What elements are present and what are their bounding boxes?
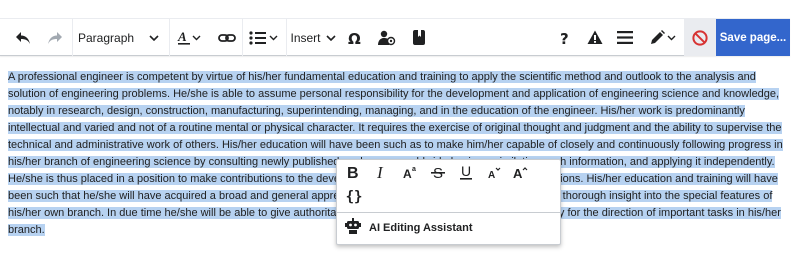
list-menu[interactable]	[244, 19, 284, 56]
bigger-text-icon: A	[512, 164, 528, 185]
svg-text:A: A	[403, 167, 412, 180]
underline-button[interactable]: U	[455, 163, 477, 185]
citation-icon	[412, 29, 426, 46]
svg-text:B: B	[347, 165, 359, 180]
superscript-icon: A a	[402, 164, 418, 185]
link-button[interactable]	[212, 19, 242, 56]
editor-toolbar: Paragraph A Insert Ω ? Save page...	[0, 18, 790, 56]
svg-text:A: A	[513, 166, 523, 180]
citation-button[interactable]	[404, 19, 434, 56]
code-button[interactable]: {}	[341, 186, 367, 208]
help-icon: ?	[559, 30, 571, 46]
warning-icon	[587, 30, 603, 45]
toolbar-separator	[242, 19, 243, 56]
text-style-menu[interactable]: A	[170, 19, 210, 56]
underline-icon: U	[459, 163, 473, 185]
text-context-toolbar: B I A a S U A A {} AI Editing Assistant	[336, 159, 561, 245]
redo-icon	[47, 31, 63, 45]
omega-icon: Ω	[347, 30, 363, 46]
smaller-text-button[interactable]: A	[483, 164, 505, 184]
paragraph-format-label: Paragraph	[78, 30, 135, 45]
bigger-text-button[interactable]: A	[509, 164, 531, 184]
no-entry-icon	[692, 29, 708, 46]
user-mention-icon	[378, 30, 396, 46]
hamburger-menu-icon	[617, 31, 633, 44]
strikethrough-button[interactable]: S	[427, 164, 449, 184]
italic-button[interactable]: I	[371, 163, 391, 185]
svg-text:Ω: Ω	[348, 30, 361, 46]
bold-button[interactable]: B	[343, 164, 363, 184]
bold-icon: B	[346, 164, 360, 185]
chevron-down-icon	[149, 34, 159, 41]
svg-text:A: A	[177, 30, 187, 44]
page-options-menu[interactable]	[610, 19, 640, 56]
robot-icon	[345, 217, 361, 239]
ai-editing-assistant-button[interactable]: AI Editing Assistant	[345, 217, 473, 239]
ai-editing-assistant-label: AI Editing Assistant	[369, 222, 473, 234]
svg-text:I: I	[376, 164, 384, 180]
strikethrough-icon: S	[431, 164, 445, 185]
issues-button[interactable]	[580, 19, 610, 56]
svg-text:?: ?	[560, 30, 569, 46]
save-page-button[interactable]: Save page...	[716, 19, 790, 56]
link-icon	[218, 32, 236, 44]
popup-divider	[337, 212, 560, 213]
special-character-button[interactable]: Ω	[340, 19, 370, 56]
text-style-icon: A	[177, 30, 203, 46]
chevron-down-icon	[325, 34, 336, 41]
svg-text:U: U	[461, 164, 471, 179]
superscript-button[interactable]: A a	[399, 164, 421, 184]
smaller-text-icon: A	[487, 164, 501, 185]
svg-text:a: a	[412, 166, 416, 173]
mention-user-button[interactable]	[372, 19, 402, 56]
italic-icon: I	[375, 163, 387, 185]
insert-menu-label: Insert	[290, 30, 321, 45]
paragraph-format-dropdown[interactable]: Paragraph	[72, 19, 169, 56]
undo-button[interactable]	[8, 19, 38, 56]
svg-text:A: A	[488, 170, 495, 180]
switch-editor-menu[interactable]	[642, 19, 684, 56]
bulleted-list-icon	[249, 30, 279, 45]
insert-menu[interactable]: Insert	[288, 19, 338, 56]
cancel-edit-button[interactable]	[684, 19, 716, 56]
toolbar-separator	[286, 19, 287, 56]
undo-icon	[15, 31, 31, 45]
help-button[interactable]: ?	[550, 19, 580, 56]
pencil-icon	[649, 29, 677, 46]
redo-button[interactable]	[40, 19, 70, 56]
